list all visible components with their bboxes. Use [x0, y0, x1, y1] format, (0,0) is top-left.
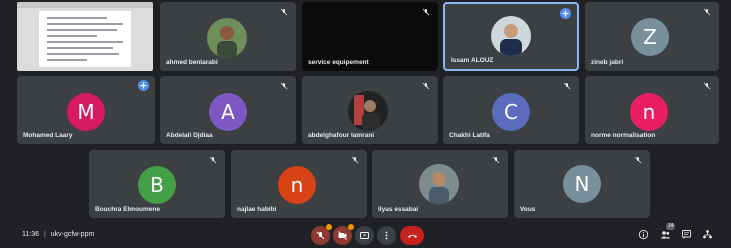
mic-muted-icon [492, 156, 500, 164]
participant-avatar: C [492, 93, 530, 131]
meeting-control-bar: 11:36 | ukv-gcfw-ppm 14 [0, 220, 731, 248]
activities-icon [703, 230, 712, 239]
present-screen-button[interactable] [355, 226, 374, 245]
activities-button[interactable] [702, 229, 713, 240]
participant-tile[interactable]: service equipement [302, 2, 438, 71]
participant-tile[interactable]: M Mohamed Laary [17, 76, 155, 144]
participant-name: service equipement [308, 59, 369, 66]
screen-share-preview[interactable] [17, 2, 153, 71]
end-call-button[interactable] [400, 226, 424, 245]
participant-tile[interactable]: ahmed benlarabi [160, 2, 296, 71]
mic-muted-icon [351, 156, 359, 164]
participant-name: ilyas essabai [378, 206, 419, 213]
meet-stage: ahmed benlarabi service equipement Issam… [0, 0, 731, 248]
mic-muted-icon [634, 156, 642, 164]
participant-name: abdelghafour lamrani [308, 132, 375, 139]
participant-photo [348, 91, 388, 131]
participant-tile[interactable]: abdelghafour lamrani [302, 76, 438, 144]
participant-avatar: B [138, 166, 176, 204]
participant-photo [491, 16, 531, 56]
participant-name: zineb jabri [591, 59, 624, 66]
participant-photo [207, 18, 247, 58]
mic-muted-icon [703, 8, 711, 16]
mic-muted-icon [280, 82, 288, 90]
meeting-code: ukv-gcfw-ppm [50, 231, 95, 238]
participant-name: najlae habibi [237, 206, 277, 213]
chat-button[interactable] [681, 229, 692, 240]
participant-photo [419, 164, 459, 204]
participant-name: Mohamed Laary [23, 132, 73, 139]
participant-name: Abdelali Djdiaa [166, 132, 213, 139]
participant-tile[interactable]: ilyas essabai [372, 150, 508, 218]
more-vert-icon [385, 231, 388, 240]
participant-avatar: Z [631, 18, 669, 56]
participant-name: Issam ALOUZ [451, 57, 494, 64]
participant-avatar: n [630, 93, 668, 131]
participant-tile-active-speaker[interactable]: Issam ALOUZ [443, 2, 579, 71]
pin-icon[interactable] [138, 80, 149, 91]
participant-tile[interactable]: n norme normalisation [585, 76, 719, 144]
present-icon [360, 232, 369, 239]
meeting-info: 11:36 | ukv-gcfw-ppm [22, 231, 94, 238]
mic-muted-icon [563, 82, 571, 90]
people-icon [660, 231, 671, 239]
participant-tile[interactable]: A Abdelali Djdiaa [160, 76, 296, 144]
meeting-time: 11:36 [22, 231, 39, 238]
mic-muted-icon [280, 8, 288, 16]
participant-tile[interactable]: B Bouchra Elmoumene [89, 150, 225, 218]
participant-name: ahmed benlarabi [166, 59, 218, 66]
pin-icon[interactable] [560, 8, 571, 19]
participant-name: Bouchra Elmoumene [95, 206, 161, 213]
warning-badge [326, 224, 332, 230]
share-toolbar [17, 2, 153, 8]
participant-tile[interactable]: n najlae habibi [231, 150, 367, 218]
shared-document [39, 11, 131, 67]
mic-muted-icon [209, 156, 217, 164]
self-view-tile[interactable]: N Vous [514, 150, 650, 218]
chat-icon [682, 230, 691, 239]
info-icon [638, 229, 649, 240]
hang-up-icon [407, 234, 417, 238]
participant-name: Vous [520, 206, 536, 213]
participant-avatar: M [67, 93, 105, 131]
mic-muted-icon [703, 82, 711, 90]
camera-button[interactable] [333, 224, 354, 245]
microphone-button[interactable] [311, 224, 332, 245]
participant-avatar: N [563, 165, 601, 203]
participant-name: Chakhi Latifa [449, 132, 490, 139]
participant-avatar: A [209, 93, 247, 131]
people-button[interactable] [660, 229, 671, 240]
participant-avatar: n [278, 166, 316, 204]
mic-muted-icon [422, 82, 430, 90]
meeting-details-button[interactable] [638, 229, 649, 240]
separator: | [43, 231, 46, 238]
more-options-button[interactable] [377, 226, 396, 245]
mic-muted-icon [422, 8, 430, 16]
mic-off-icon [316, 231, 325, 240]
participant-name: norme normalisation [591, 132, 656, 139]
participant-tile[interactable]: C Chakhi Latifa [443, 76, 579, 144]
participant-tile[interactable]: Z zineb jabri [585, 2, 719, 71]
warning-badge [348, 224, 354, 230]
camera-off-icon [338, 231, 347, 240]
